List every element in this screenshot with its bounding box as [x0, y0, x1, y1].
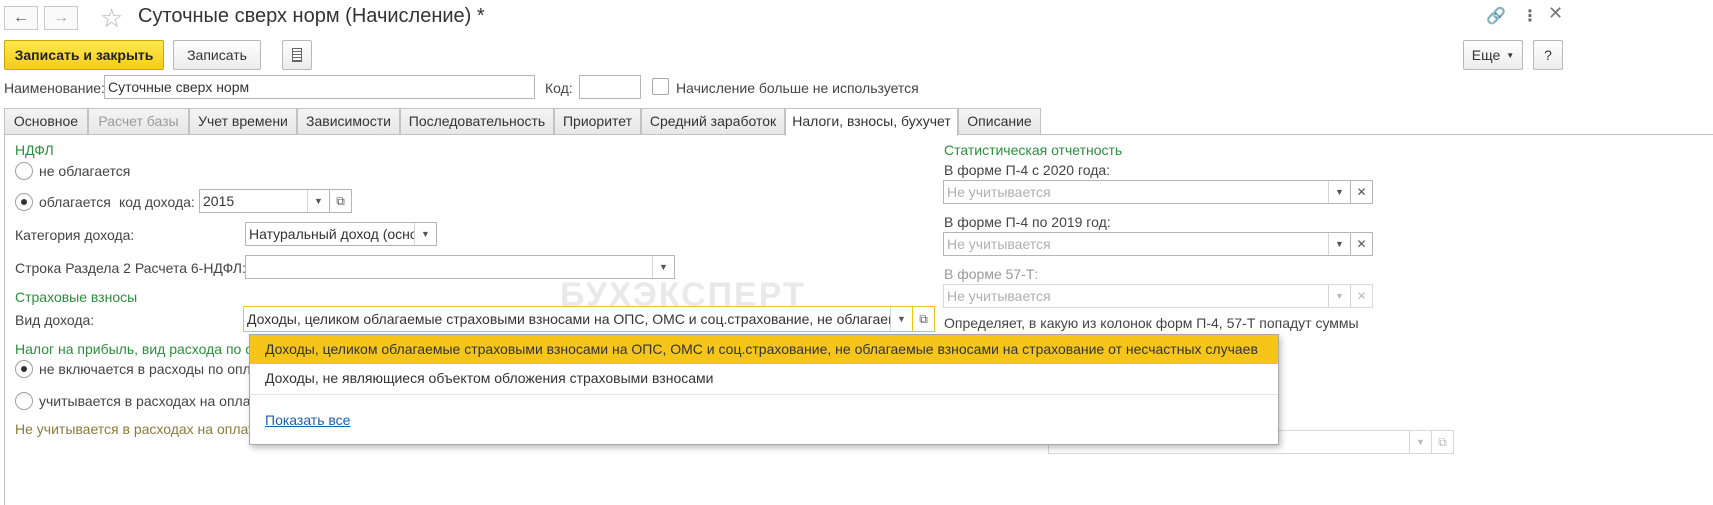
forward-button[interactable]: → [44, 6, 78, 30]
code-field[interactable] [579, 75, 641, 99]
p4-2019-label: В форме П-4 по 2019 год: [944, 214, 1111, 230]
chevron-down-icon[interactable]: ▼ [1328, 285, 1350, 307]
clear-icon[interactable]: ✕ [1351, 284, 1373, 308]
close-icon[interactable]: ✕ [1548, 3, 1563, 24]
ndfl-line-select[interactable]: ▼ [245, 255, 675, 279]
chevron-down-icon[interactable]: ▼ [1328, 181, 1350, 203]
tab-sequence[interactable]: Последовательность [400, 108, 554, 135]
tab-main[interactable]: Основное [4, 108, 88, 135]
chevron-down-icon[interactable]: ▼ [1409, 431, 1431, 453]
arrow-right-icon: → [53, 9, 69, 26]
profit-section-title: Налог на прибыль, вид расхода по ст [15, 341, 259, 357]
insurance-section-title: Страховые взносы [15, 289, 138, 305]
income-code-label: код дохода: [119, 194, 195, 210]
p4-2020-label: В форме П-4 с 2020 года: [944, 162, 1111, 178]
show-all-link-row: Показать все [250, 406, 1278, 435]
tab-priority[interactable]: Приоритет [554, 108, 641, 135]
save-button[interactable]: Записать [173, 40, 261, 70]
income-category-label: Категория дохода: [15, 227, 135, 243]
name-field[interactable]: Суточные сверх норм [104, 75, 535, 99]
tab-time-accounting[interactable]: Учет времени [189, 108, 297, 135]
ndfl-taxed-radio[interactable] [15, 193, 33, 211]
save-and-close-button[interactable]: Записать и закрыть [4, 40, 164, 70]
unused-label: Начисление больше не используется [676, 80, 919, 96]
profit-excluded-label: не включается в расходы по опл [39, 361, 251, 377]
profit-excluded-radio[interactable] [15, 360, 33, 378]
tab-taxes[interactable]: Налоги, взносы, бухучет [785, 108, 958, 136]
more-label: Еще [1471, 47, 1501, 63]
open-icon[interactable]: ⧉ [330, 189, 352, 213]
unused-checkbox[interactable] [652, 78, 669, 95]
report-button[interactable] [282, 40, 312, 70]
f57-label: В форме 57-Т: [944, 266, 1039, 282]
p4-2019-select[interactable]: Не учитывается ▼ [943, 232, 1351, 256]
income-category-value: Натуральный доход (осно [249, 226, 418, 242]
p4-2020-select[interactable]: Не учитывается ▼ [943, 180, 1351, 204]
chevron-down-icon[interactable]: ▼ [1328, 233, 1350, 255]
more-button[interactable]: Еще ▼ [1463, 40, 1523, 70]
help-button[interactable]: ? [1533, 40, 1563, 70]
f57-placeholder: Не учитывается [947, 288, 1051, 304]
chevron-down-icon[interactable]: ▼ [307, 190, 329, 212]
show-all-link[interactable]: Показать все [265, 412, 350, 428]
open-icon[interactable]: ⧉ [913, 306, 935, 332]
tab-description[interactable]: Описание [958, 108, 1041, 135]
stats-note: Определяет, в какую из колонок форм П-4,… [944, 315, 1359, 331]
income-code-field[interactable]: 2015 ▼ [199, 189, 330, 213]
chevron-down-icon[interactable]: ▼ [652, 256, 674, 278]
tab-base-calc[interactable]: Расчет базы [88, 108, 189, 135]
clear-icon[interactable]: ✕ [1351, 180, 1373, 204]
name-label: Наименование: [4, 80, 105, 96]
income-category-select[interactable]: Натуральный доход (осно ▼ [245, 222, 437, 246]
profit-included-radio[interactable] [15, 392, 33, 410]
menu-dots-icon[interactable]: ⋮ [1522, 6, 1538, 26]
p4-2020-placeholder: Не учитывается [947, 184, 1051, 200]
back-button[interactable]: ← [4, 6, 38, 30]
income-code-value: 2015 [203, 193, 235, 209]
income-kind-field[interactable]: Доходы, целиком облагаемые страховыми вз… [243, 306, 913, 332]
tab-average-earnings[interactable]: Средний заработок [641, 108, 785, 135]
chevron-down-icon[interactable]: ▼ [890, 307, 912, 331]
ndfl-taxed-label: облагается [39, 194, 111, 210]
ndfl-not-taxed-label: не облагается [39, 163, 131, 179]
profit-included-label: учитывается в расходах на оплат [39, 393, 257, 409]
dropdown-option[interactable]: Доходы, не являющиеся объектом обложения… [250, 364, 1278, 393]
tab-dependencies[interactable]: Зависимости [297, 108, 400, 135]
favorite-star-icon[interactable]: ☆ [100, 3, 123, 34]
clear-icon[interactable]: ✕ [1351, 232, 1373, 256]
open-icon[interactable]: ⧉ [1432, 430, 1454, 454]
code-label: Код: [545, 80, 573, 96]
arrow-left-icon: ← [13, 9, 29, 26]
income-kind-dropdown: Доходы, целиком облагаемые страховыми вз… [249, 334, 1279, 445]
profit-note: Не учитывается в расходах на оплат [15, 421, 255, 437]
income-kind-value: Доходы, целиком облагаемые страховыми вз… [247, 311, 913, 327]
ndfl-section-title: НДФЛ [15, 142, 54, 158]
dropdown-divider [250, 394, 1278, 395]
ndfl-not-taxed-radio[interactable] [15, 162, 33, 180]
p4-2019-placeholder: Не учитывается [947, 236, 1051, 252]
income-kind-label: Вид дохода: [15, 312, 95, 328]
link-icon[interactable]: 🔗 [1486, 6, 1506, 26]
chevron-down-icon[interactable]: ▼ [414, 223, 436, 245]
document-list-icon [292, 48, 302, 62]
panel-border [4, 134, 5, 505]
stats-section-title: Статистическая отчетность [944, 142, 1123, 158]
chevron-down-icon: ▼ [1506, 50, 1515, 60]
f57-select[interactable]: Не учитывается ▼ [943, 284, 1351, 308]
window-title: Суточные сверх норм (Начисление) * [138, 5, 485, 27]
dropdown-option[interactable]: Доходы, целиком облагаемые страховыми вз… [250, 335, 1278, 364]
ndfl-line-label: Строка Раздела 2 Расчета 6-НДФЛ: [15, 260, 246, 276]
